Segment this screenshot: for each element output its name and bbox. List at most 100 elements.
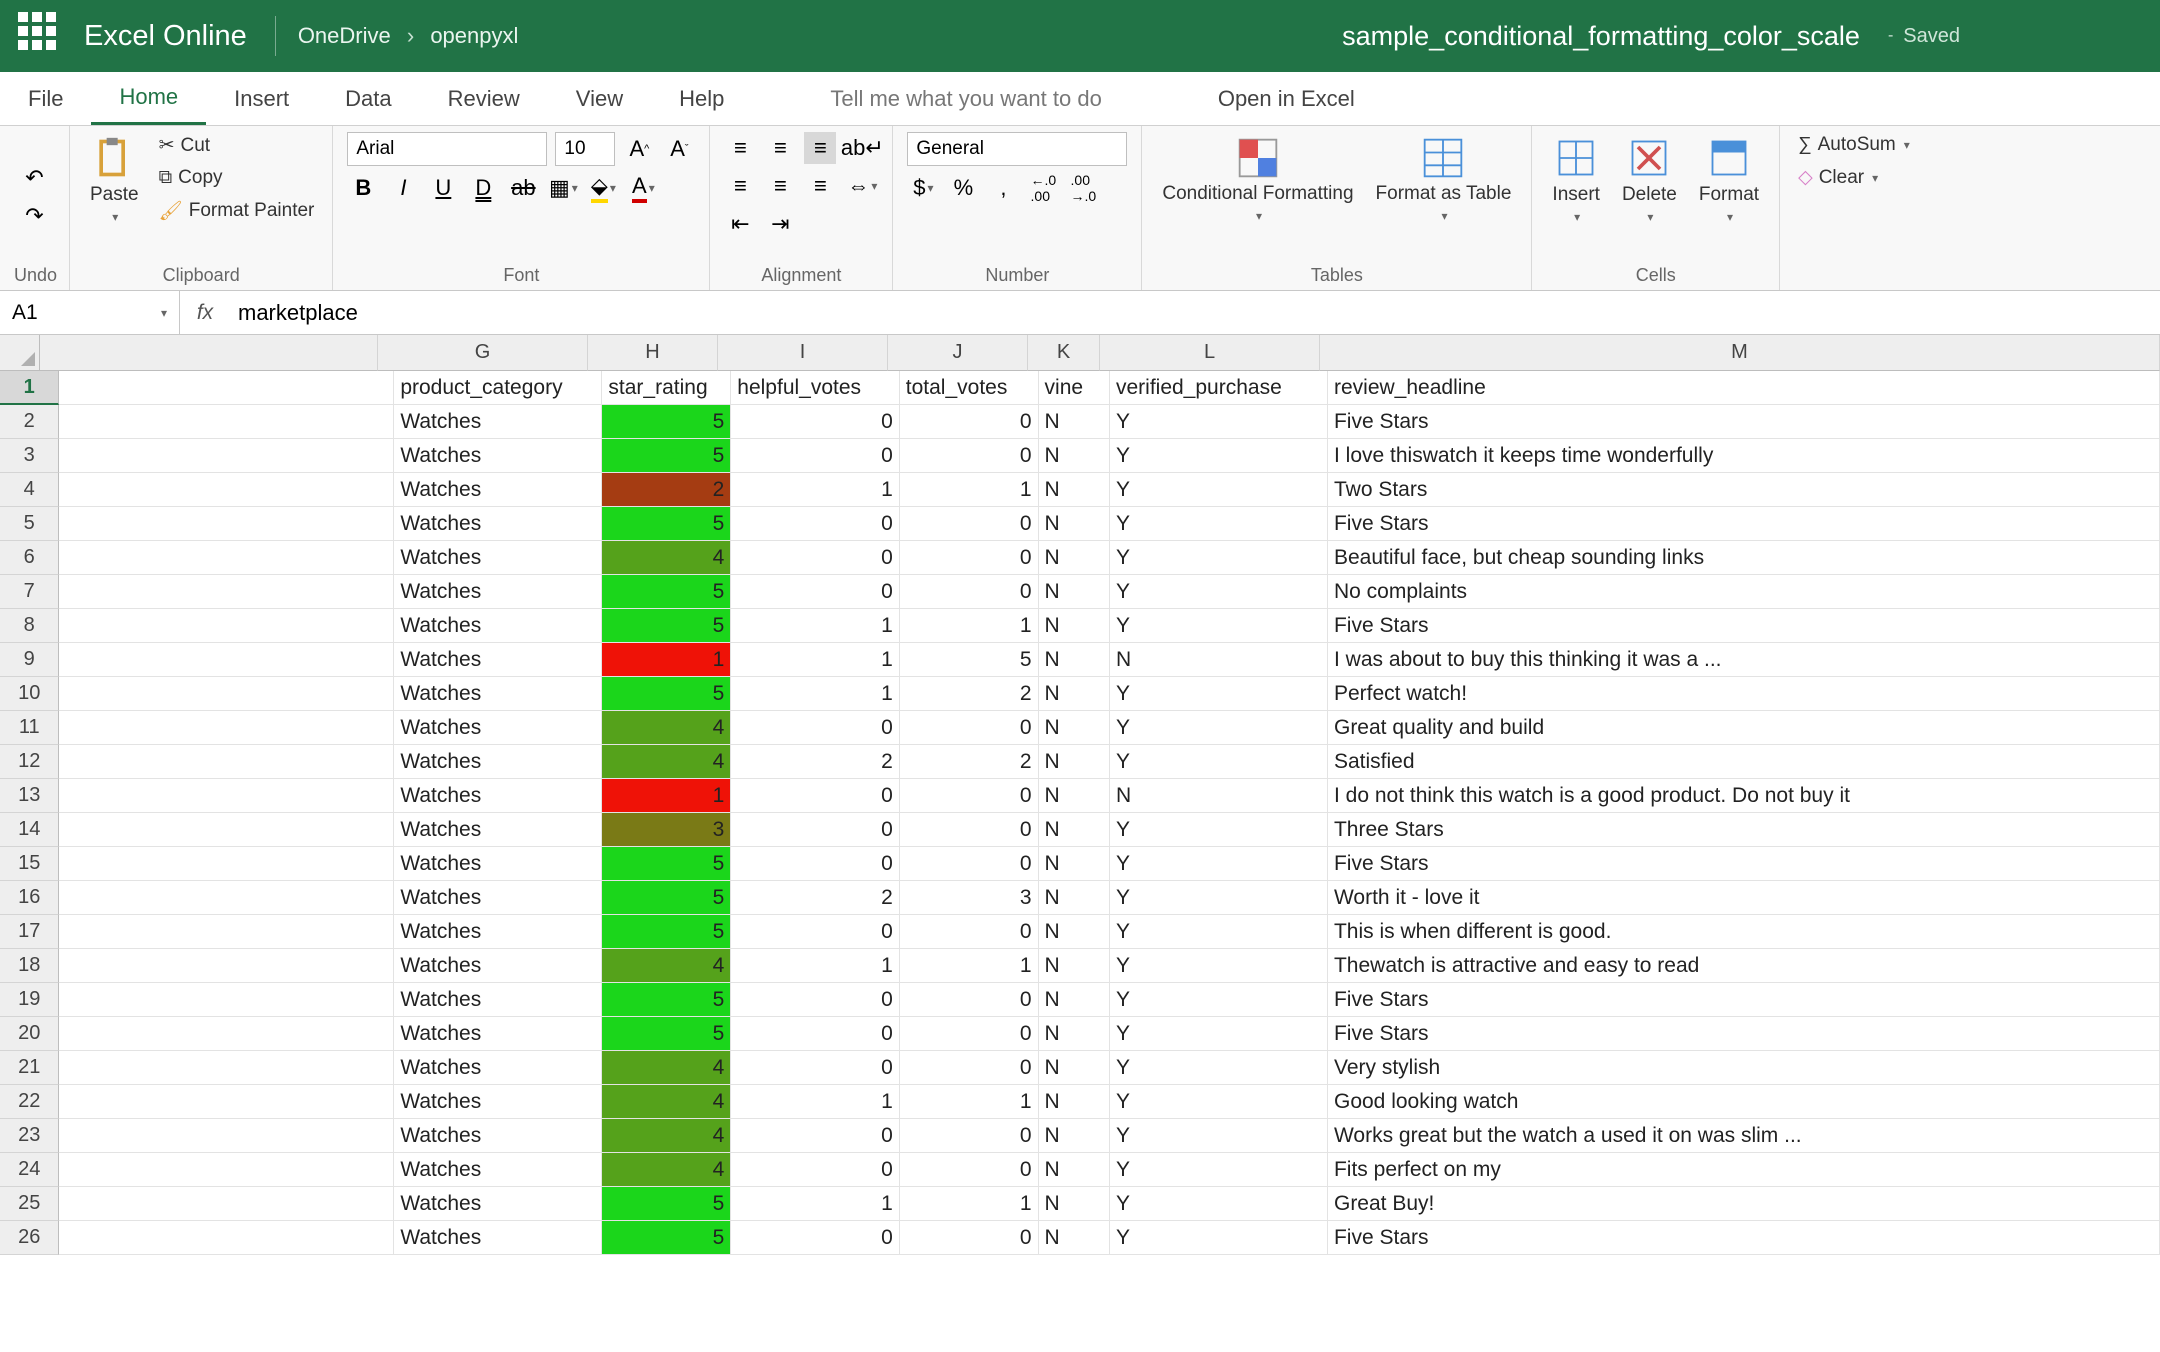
document-title[interactable]: sample_conditional_formatting_color_scal… (1342, 21, 1860, 52)
cell[interactable]: 1 (602, 643, 731, 677)
cell[interactable]: 2 (731, 745, 899, 779)
cell[interactable]: 0 (900, 405, 1039, 439)
format-as-table-button[interactable]: Format as Table▾ (1370, 132, 1518, 227)
cell[interactable]: Very stylish (1328, 1051, 2160, 1085)
cell[interactable]: N (1039, 881, 1110, 915)
cell[interactable]: 2 (602, 473, 731, 507)
chevron-down-icon[interactable]: ▾ (161, 306, 167, 320)
cell[interactable]: 0 (900, 1017, 1039, 1051)
cell[interactable]: Y (1110, 847, 1328, 881)
cell[interactable]: N (1110, 643, 1328, 677)
cell[interactable]: 0 (900, 847, 1039, 881)
cell[interactable]: N (1039, 1221, 1110, 1255)
row-header[interactable]: 21 (0, 1051, 59, 1085)
wrap-text-button[interactable]: ab↵ (846, 132, 878, 164)
cell[interactable]: Y (1110, 881, 1328, 915)
cell[interactable]: 0 (900, 1119, 1039, 1153)
row-header[interactable]: 9 (0, 643, 59, 677)
cell[interactable] (59, 881, 394, 915)
cell[interactable]: 0 (900, 575, 1039, 609)
shrink-font-icon[interactable]: Aˇ (663, 133, 695, 165)
cell[interactable]: 5 (900, 643, 1039, 677)
row-header[interactable]: 17 (0, 915, 59, 949)
fx-icon[interactable]: fx (180, 301, 230, 325)
cell[interactable]: 1 (731, 1085, 899, 1119)
column-header[interactable]: I (718, 335, 888, 371)
cell[interactable]: 5 (602, 881, 731, 915)
cell[interactable]: 1 (731, 643, 899, 677)
cell[interactable]: 0 (731, 983, 899, 1017)
row-header[interactable]: 5 (0, 507, 59, 541)
breadcrumb-root[interactable]: OneDrive (298, 23, 391, 48)
column-header[interactable]: J (888, 335, 1028, 371)
cell[interactable]: Y (1110, 915, 1328, 949)
cell[interactable]: 0 (731, 915, 899, 949)
cell[interactable]: 2 (731, 881, 899, 915)
font-color-button[interactable]: A▾ (627, 172, 659, 204)
cell[interactable]: N (1039, 779, 1110, 813)
cell[interactable]: 4 (602, 1085, 731, 1119)
cell[interactable]: helpful_votes (731, 371, 899, 405)
cell[interactable]: 1 (900, 1085, 1039, 1119)
cell[interactable]: Watches (394, 575, 602, 609)
cell[interactable] (59, 745, 394, 779)
cell[interactable]: Y (1110, 1221, 1328, 1255)
cell[interactable]: Watches (394, 915, 602, 949)
cell[interactable]: review_headline (1328, 371, 2160, 405)
cell[interactable] (59, 983, 394, 1017)
tell-me-search[interactable]: Tell me what you want to do (802, 72, 1129, 125)
cell[interactable]: 3 (900, 881, 1039, 915)
cell[interactable]: Watches (394, 1017, 602, 1051)
cell[interactable] (59, 1187, 394, 1221)
cell[interactable]: N (1039, 1119, 1110, 1153)
cell[interactable]: Watches (394, 881, 602, 915)
cell[interactable]: Good looking watch (1328, 1085, 2160, 1119)
tab-home[interactable]: Home (91, 72, 206, 125)
cell[interactable]: N (1039, 1187, 1110, 1221)
tab-data[interactable]: Data (317, 72, 419, 125)
cell[interactable]: Watches (394, 473, 602, 507)
cell[interactable]: 5 (602, 609, 731, 643)
row-header[interactable]: 6 (0, 541, 59, 575)
cell[interactable]: Y (1110, 473, 1328, 507)
cell[interactable]: Five Stars (1328, 609, 2160, 643)
cell[interactable]: 4 (602, 1153, 731, 1187)
cell[interactable]: 1 (900, 1187, 1039, 1221)
cell[interactable]: Five Stars (1328, 1221, 2160, 1255)
cell[interactable]: 1 (731, 677, 899, 711)
cell[interactable]: 0 (900, 711, 1039, 745)
cell[interactable]: N (1039, 847, 1110, 881)
cell[interactable]: 1 (602, 779, 731, 813)
cell[interactable] (59, 1017, 394, 1051)
number-format-select[interactable] (907, 132, 1127, 166)
cell[interactable] (59, 711, 394, 745)
cell[interactable]: 5 (602, 439, 731, 473)
cell[interactable]: N (1039, 813, 1110, 847)
font-name-select[interactable] (347, 132, 547, 166)
cell[interactable]: Watches (394, 1051, 602, 1085)
cell[interactable]: 1 (731, 949, 899, 983)
cell[interactable]: 0 (900, 507, 1039, 541)
cell[interactable]: 0 (731, 1153, 899, 1187)
align-bottom-icon[interactable]: ≡ (804, 132, 836, 164)
column-header[interactable] (40, 335, 378, 371)
cell[interactable]: N (1039, 677, 1110, 711)
cell[interactable]: 0 (731, 405, 899, 439)
cell[interactable]: 1 (731, 473, 899, 507)
clear-button[interactable]: ◇Clear▾ (1794, 164, 1882, 191)
cell[interactable]: Two Stars (1328, 473, 2160, 507)
cell[interactable]: Watches (394, 1085, 602, 1119)
column-header[interactable]: L (1100, 335, 1320, 371)
cell[interactable]: Y (1110, 507, 1328, 541)
cell[interactable]: 0 (731, 1017, 899, 1051)
cell[interactable]: 0 (900, 1051, 1039, 1085)
cell[interactable]: 5 (602, 847, 731, 881)
align-top-icon[interactable]: ≡ (724, 132, 756, 164)
cell[interactable]: N (1039, 609, 1110, 643)
cell[interactable]: Worth it - love it (1328, 881, 2160, 915)
row-header[interactable]: 10 (0, 677, 59, 711)
cell[interactable]: 0 (731, 1051, 899, 1085)
autosum-button[interactable]: ∑AutoSum▾ (1794, 132, 1914, 158)
cell[interactable] (59, 405, 394, 439)
conditional-formatting-button[interactable]: Conditional Formatting▾ (1156, 132, 1359, 227)
